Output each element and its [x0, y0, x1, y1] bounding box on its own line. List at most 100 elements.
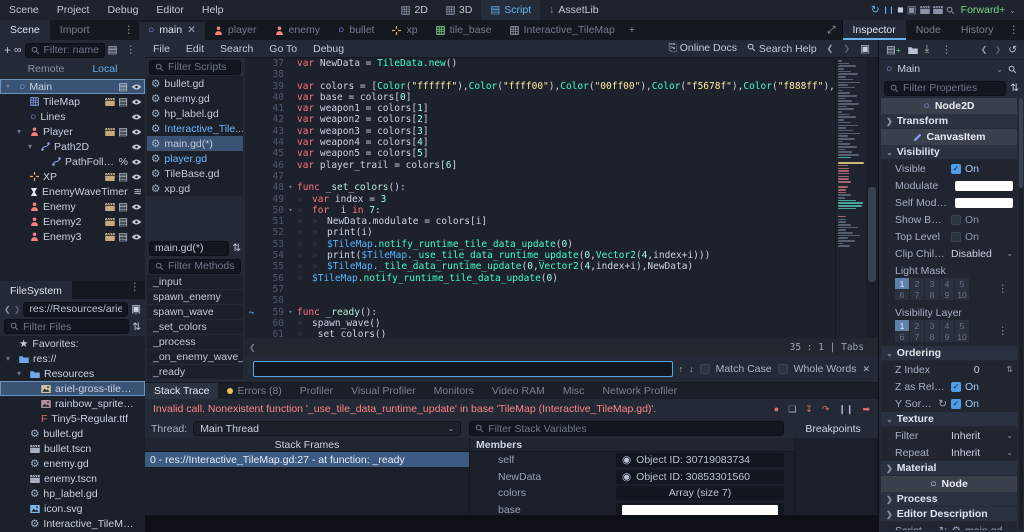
method-list-item[interactable]: _set_colors: [147, 320, 243, 335]
history-back-icon[interactable]: ❮: [981, 45, 988, 54]
script-badge-icon[interactable]: ▤: [118, 96, 128, 108]
mag-icon[interactable]: [1008, 65, 1017, 74]
inspector-node-selector[interactable]: ○Main⌄: [879, 60, 1024, 78]
file-item-enemy-tscn[interactable]: enemy.tscn: [0, 471, 145, 486]
debugger-tab-misc[interactable]: Misc: [554, 383, 594, 399]
script-menu-debug[interactable]: Debug: [305, 43, 352, 55]
forward-button[interactable]: ❯: [14, 305, 21, 314]
layer-cell[interactable]: 8: [925, 331, 939, 342]
dropdown[interactable]: Inherit⌄: [951, 430, 1013, 442]
scene-node-item-enemy3[interactable]: Enemy3▤: [0, 229, 145, 244]
file-item-enemy-gd[interactable]: ⚙enemy.gd: [0, 456, 145, 471]
folder-icon[interactable]: [908, 46, 918, 54]
group-badge-icon[interactable]: [105, 128, 115, 136]
script-list-item[interactable]: ⚙main.gd(*): [147, 136, 243, 151]
scene-tab-bullet[interactable]: ○bullet: [329, 20, 383, 40]
script-value[interactable]: main.gd: [965, 525, 1002, 530]
save-resource-icon[interactable]: ⤓: [925, 43, 930, 56]
filter-properties-input[interactable]: Filter Properties: [884, 81, 1006, 96]
switch-2d[interactable]: 2D: [392, 4, 436, 16]
filesystem-tab[interactable]: FileSystem: [0, 281, 72, 301]
expand-editor-icon[interactable]: ⤢: [827, 24, 841, 37]
layer-cell[interactable]: 8: [925, 289, 939, 300]
copy-error-button[interactable]: ❏: [788, 404, 796, 415]
script-menu-edit[interactable]: Edit: [178, 43, 212, 55]
file-item-resources[interactable]: ▾Resources: [0, 366, 145, 381]
scene-node-item-enemy2[interactable]: Enemy2▤: [0, 214, 145, 229]
code-editor[interactable]: 37var NewData = TileData.new()3839var co…: [245, 58, 878, 338]
scene-tab-xp[interactable]: xp: [383, 20, 426, 40]
toggle-split-icon[interactable]: ▣: [131, 303, 141, 315]
debugger-tab-profiler[interactable]: Profiler: [291, 383, 342, 399]
script-icon[interactable]: ▤: [108, 44, 118, 56]
scene-node-item-main[interactable]: ▾○Main▤: [0, 79, 145, 94]
layer-cell[interactable]: 7: [910, 331, 924, 342]
script-badge-icon[interactable]: ▤: [118, 171, 128, 183]
inspector-tab-history[interactable]: History: [951, 20, 1004, 40]
reload-icon[interactable]: ↻: [871, 4, 880, 16]
file-item-icon-svg[interactable]: icon.svg: [0, 501, 145, 516]
local-tab[interactable]: Local: [92, 63, 117, 75]
current-script-box[interactable]: main.gd(*): [149, 241, 229, 256]
sort-icon[interactable]: ⇅: [1010, 82, 1019, 94]
file-item-tiny5-regular-ttf[interactable]: FTiny5-Regular.ttf: [0, 411, 145, 426]
scene-node-item-xp[interactable]: XP▤: [0, 169, 145, 184]
layer-cell[interactable]: 9: [940, 331, 954, 342]
stack-frame-row[interactable]: 0 - res://Interactive_TileMap.gd:27 - at…: [145, 452, 469, 467]
layer-cell[interactable]: 1: [895, 278, 909, 289]
layer-cell[interactable]: 6: [895, 331, 909, 342]
script-menu-search[interactable]: Search: [212, 43, 261, 55]
member-row[interactable]: base: [470, 502, 794, 516]
scene-node-item-enemywavetimer[interactable]: EnemyWaveTimer≋: [0, 184, 145, 199]
scene-node-item-lines[interactable]: ○Lines: [0, 109, 145, 124]
file-item-interactive_tilemap-gd[interactable]: ⚙Interactive_TileMap.gd: [0, 516, 145, 531]
layer-cell[interactable]: 7: [910, 289, 924, 300]
add-node-button[interactable]: +: [4, 43, 11, 57]
member-row[interactable]: colorsArray (size 7): [470, 485, 794, 502]
chain-icon[interactable]: ∞: [14, 44, 22, 56]
stop-icon[interactable]: ■: [897, 4, 903, 16]
close-icon[interactable]: ✕: [187, 24, 196, 36]
scene-node-item-player[interactable]: ▾Player▤: [0, 124, 145, 139]
pause-icon[interactable]: ❙❙: [883, 6, 895, 14]
script-menu-go-to[interactable]: Go To: [261, 43, 305, 55]
number-spinner[interactable]: 0⇅: [951, 364, 1013, 376]
search-help-button[interactable]: Search Help: [747, 43, 817, 55]
inspector-section-texture[interactable]: ⌄Texture: [881, 412, 1017, 427]
script-list-item[interactable]: ⚙Interactive_Tile...: [147, 121, 243, 136]
group-badge-icon[interactable]: [105, 98, 115, 106]
layer-cell[interactable]: 1: [895, 320, 909, 331]
visibility-eye-icon[interactable]: [131, 203, 142, 211]
group-badge-icon[interactable]: [105, 218, 115, 226]
member-row[interactable]: self◉Object ID: 30719083734: [470, 452, 794, 469]
online-docs-button[interactable]: ⎘ Online Docs: [668, 42, 737, 55]
layer-cell[interactable]: 3: [925, 320, 939, 331]
method-list-item[interactable]: _input: [147, 275, 243, 290]
revert-icon[interactable]: ↻: [938, 398, 947, 410]
history-back-icon[interactable]: ❮: [827, 44, 834, 53]
history-icon[interactable]: ↺: [1008, 44, 1017, 56]
visibility-eye-icon[interactable]: [131, 158, 142, 166]
debugger-tab-video-ram[interactable]: Video RAM: [483, 383, 554, 399]
scene-node-item-path2d[interactable]: ▾Path2D: [0, 139, 145, 154]
menu-editor[interactable]: Editor: [147, 4, 192, 16]
inspector-section-ordering[interactable]: ⌄Ordering: [881, 346, 1017, 361]
layer-cell[interactable]: 9: [940, 289, 954, 300]
visibility-eye-icon[interactable]: [131, 83, 142, 91]
layer-cell[interactable]: 10: [955, 331, 969, 342]
inspector-tab-inspector[interactable]: Inspector: [843, 20, 906, 40]
script-list-item[interactable]: ⚙xp.gd: [147, 181, 243, 196]
menu-debug[interactable]: Debug: [98, 4, 147, 16]
inspector-menu-icon[interactable]: ⋮: [1004, 24, 1024, 36]
continue-button[interactable]: ➡: [862, 404, 870, 415]
code-horizontal-scrollbar[interactable]: ❮35 : 1 | Tabs: [245, 338, 878, 356]
filter-scripts-input[interactable]: Filter Scripts: [149, 60, 241, 75]
renderer-select[interactable]: Forward+⌄: [955, 4, 1024, 16]
layer-cell[interactable]: 3: [925, 278, 939, 289]
layer-cell[interactable]: 2: [910, 320, 924, 331]
script-list-item[interactable]: ⚙TileBase.gd: [147, 166, 243, 181]
layer-menu-icon[interactable]: ⋮: [993, 283, 1014, 295]
color-picker[interactable]: [955, 181, 1013, 191]
member-row[interactable]: NewData◉Object ID: 30853301560: [470, 469, 794, 486]
unique-name-icon[interactable]: %: [119, 156, 128, 168]
